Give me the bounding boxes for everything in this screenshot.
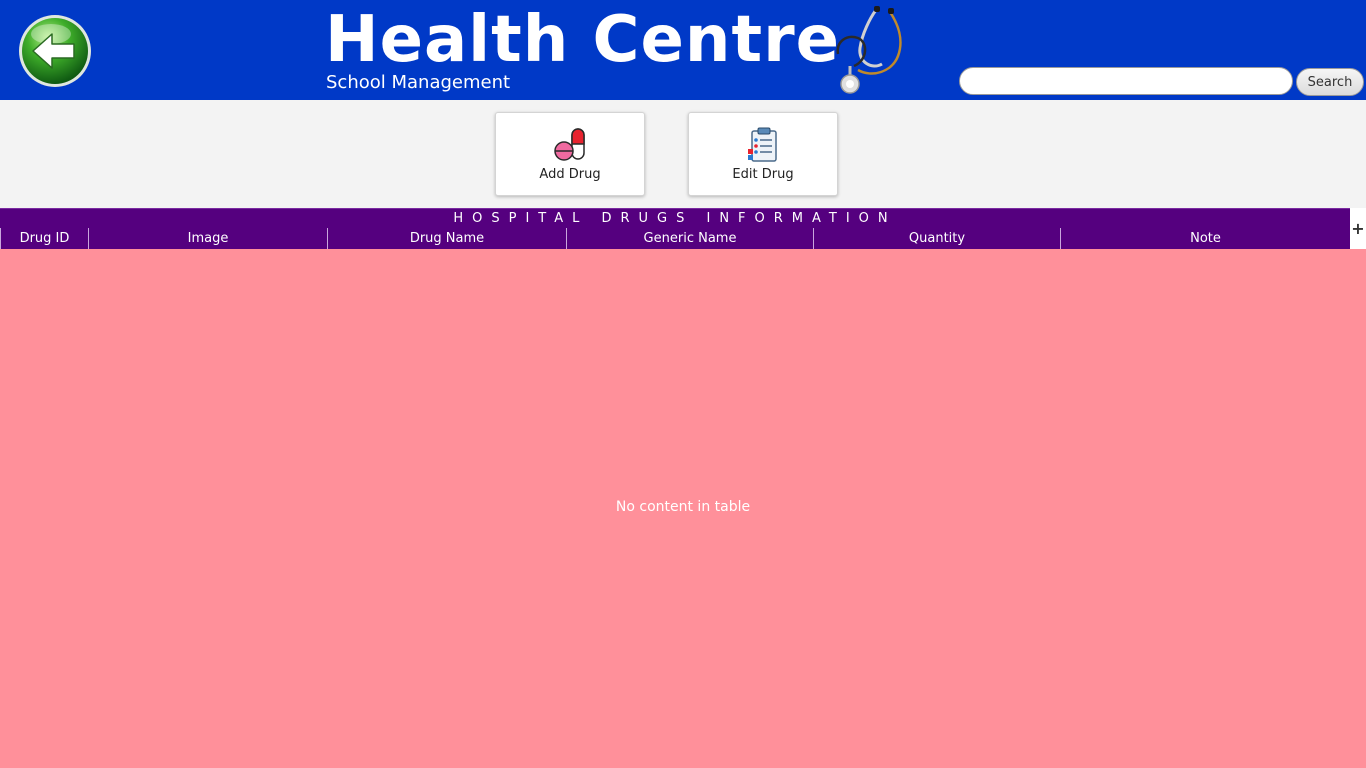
column-header-drug-id[interactable]: Drug ID <box>0 228 89 249</box>
search-button[interactable]: Search <box>1296 68 1364 96</box>
table-header-row: Drug ID Image Drug Name Generic Name Qua… <box>0 228 1350 249</box>
table-title: HOSPITAL DRUGS INFORMATION <box>0 208 1350 228</box>
column-header-generic-name[interactable]: Generic Name <box>567 228 814 249</box>
app-subtitle: School Management <box>326 72 511 93</box>
app-header: Health Centre School Management Search <box>0 0 1366 100</box>
add-drug-button[interactable]: Add Drug <box>495 112 645 196</box>
stethoscope-icon <box>836 6 902 94</box>
table-empty-message: No content in table <box>615 499 751 515</box>
search-input[interactable] <box>959 67 1293 95</box>
column-header-drug-name[interactable]: Drug Name <box>328 228 567 249</box>
add-drug-label: Add Drug <box>539 167 601 182</box>
column-header-image[interactable]: Image <box>89 228 328 249</box>
clipboard-icon <box>748 127 777 162</box>
edit-drug-button[interactable]: Edit Drug <box>688 112 838 196</box>
column-header-note[interactable]: Note <box>1061 228 1350 249</box>
pill-icon <box>554 128 585 161</box>
back-arrow-icon[interactable] <box>18 14 92 88</box>
table-body[interactable]: No content in table <box>0 249 1366 768</box>
column-menu-button[interactable]: + <box>1350 208 1366 249</box>
column-header-quantity[interactable]: Quantity <box>814 228 1061 249</box>
toolbar: Add Drug Edit Drug <box>0 100 1366 208</box>
edit-drug-label: Edit Drug <box>732 167 794 182</box>
